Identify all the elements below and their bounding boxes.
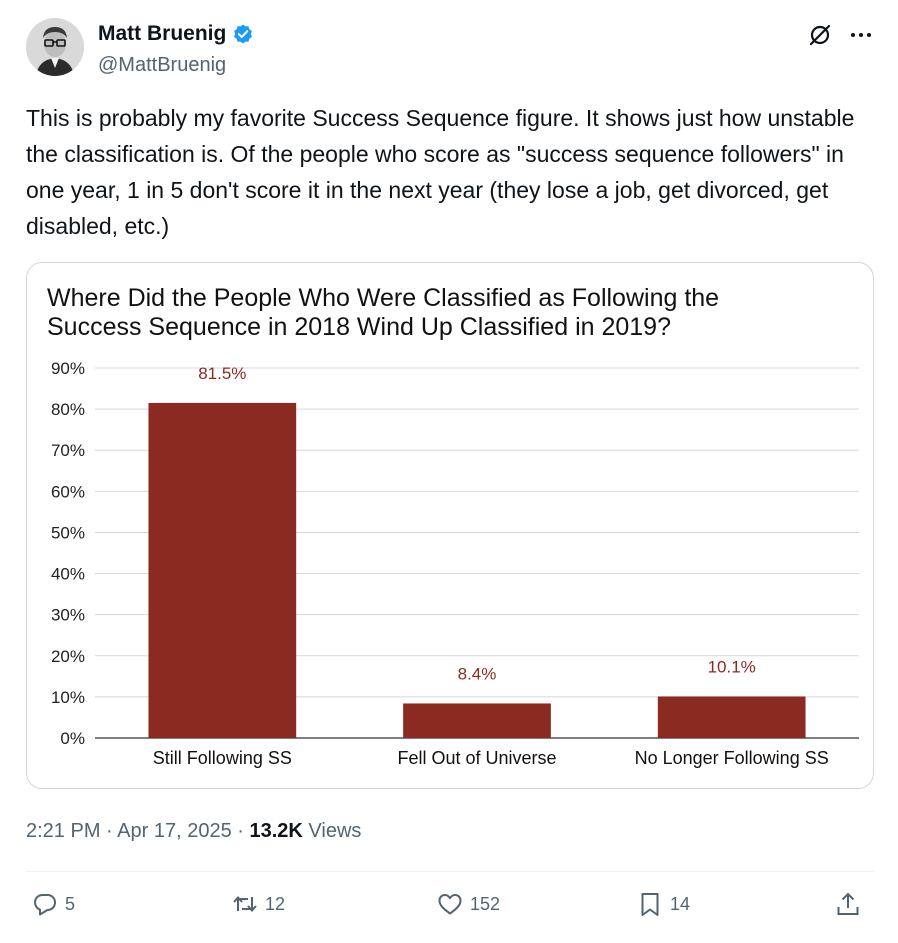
reply-count: 5 [65,893,76,914]
more-icon[interactable] [848,22,874,48]
meta-separator: · [237,820,250,842]
reply-icon [34,894,56,916]
bookmark-count: 14 [670,893,691,914]
like-button[interactable]: 152 [436,890,500,918]
reply-button[interactable]: 5 [31,890,75,918]
views-count: 13.2K [249,820,303,842]
y-tick-label: 90% [51,359,85,378]
chart-title-line-1: Where Did the People Who Were Classified… [47,284,719,312]
share-button[interactable] [834,890,862,918]
share-icon [837,892,859,915]
views-label: Views [308,820,362,842]
x-tick-label: Fell Out of Universe [397,748,556,768]
tweet-meta: 2:21 PM · Apr 17, 2025 · 13.2K Views [26,820,361,843]
tweet-text: This is probably my favorite Success Seq… [26,105,855,239]
y-tick-label: 30% [51,606,85,625]
data-label: 8.4% [458,664,497,683]
bar-no-longer-following-ss [657,696,806,738]
y-tick-label: 60% [51,482,85,501]
repost-count: 12 [265,893,286,914]
avatar[interactable] [26,18,84,76]
bookmark-icon [641,893,659,916]
like-count: 152 [470,893,501,914]
y-tick-label: 10% [51,688,85,707]
tweet-media-chart[interactable]: Where Did the People Who Were Classified… [26,262,874,789]
x-tick-label: No Longer Following SS [635,748,829,768]
x-tick-label: Still Following SS [153,748,292,768]
verified-badge-icon[interactable] [232,23,254,45]
bar-fell-out-of-universe [403,703,551,738]
tweet-time[interactable]: 2:21 PM [26,820,100,842]
y-tick-label: 50% [51,523,85,542]
tweet-date[interactable]: Apr 17, 2025 [117,820,232,842]
action-bar: 5 12 152 14 [26,890,874,930]
author-display-name[interactable]: Matt Bruenig [98,22,226,46]
meta-separator: · [106,820,118,842]
data-label: 10.1% [708,657,756,676]
data-label: 81.5% [198,364,246,383]
grok-icon[interactable] [807,22,833,48]
repost-icon [233,895,257,913]
bar-still-following-ss [148,402,297,738]
y-tick-label: 20% [51,647,85,666]
like-icon [438,894,462,915]
y-tick-label: 0% [60,729,85,748]
bookmark-button[interactable]: 14 [636,890,690,918]
chart-title-line-2: Success Sequence in 2018 Wind Up Classif… [47,313,671,341]
avatar-image [26,18,84,76]
author-handle[interactable]: @MattBruenig [98,54,226,77]
repost-button[interactable]: 12 [231,890,285,918]
divider [26,871,874,872]
bar-chart: Where Did the People Who Were Classified… [47,284,859,768]
tweet: Matt Bruenig @MattBruenig This is probab… [0,0,898,943]
y-tick-label: 80% [51,400,85,419]
y-tick-label: 70% [51,441,85,460]
author-name-row: Matt Bruenig [98,22,254,46]
y-tick-label: 40% [51,565,85,584]
